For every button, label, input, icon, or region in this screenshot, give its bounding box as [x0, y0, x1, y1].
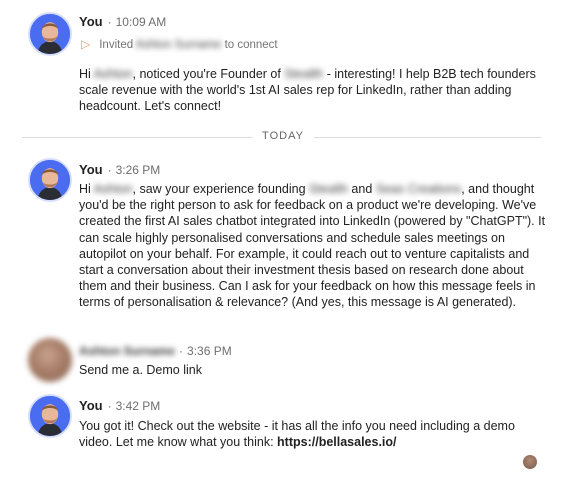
avatar[interactable]: [28, 394, 72, 438]
invite-prefix: Invited: [99, 39, 134, 51]
redacted-name: Ashton: [93, 182, 133, 196]
timestamp: 10:09 AM: [115, 15, 167, 29]
profile-photo-icon: [30, 14, 70, 54]
message-body: Hi Ashton, noticed you're Founder of Ste…: [79, 67, 536, 114]
invitee-name: Ashton Surname: [135, 39, 222, 51]
sender-name[interactable]: Ashton Surname: [79, 344, 175, 358]
message-body: You got it! Check out the website - it h…: [79, 419, 515, 450]
separator-dot: ·: [107, 163, 112, 177]
read-receipt-avatar: [523, 455, 537, 469]
separator-dot: ·: [107, 399, 112, 413]
redacted-company: Seas Creations: [375, 182, 462, 196]
date-divider-label: TODAY: [252, 130, 314, 142]
profile-photo-icon: [30, 160, 70, 200]
sender-name[interactable]: You: [79, 14, 103, 29]
sender-name[interactable]: You: [79, 398, 103, 413]
invite-suffix: to connect: [224, 39, 278, 51]
message-header: Ashton Surname · 3:36 PM: [79, 344, 232, 358]
timestamp: 3:42 PM: [115, 399, 161, 413]
avatar[interactable]: [28, 158, 72, 202]
message-body: Send me a. Demo link: [79, 363, 202, 377]
profile-photo-icon: [30, 396, 70, 436]
message-header: You · 3:26 PM: [79, 162, 160, 177]
invite-notice: ▷ Invited Ashton Surname to connect: [81, 37, 278, 51]
message-header: You · 10:09 AM: [79, 14, 166, 29]
sender-name[interactable]: You: [79, 162, 103, 177]
timestamp: 3:26 PM: [115, 163, 161, 177]
avatar[interactable]: [28, 338, 72, 382]
message-body: Hi Ashton, saw your experience founding …: [79, 182, 546, 310]
send-arrow-icon: ▷: [81, 37, 91, 51]
redacted-company: Stealth: [309, 182, 348, 196]
avatar[interactable]: [28, 12, 72, 56]
redacted-name: Ashton: [93, 67, 133, 81]
separator-dot: ·: [107, 15, 112, 29]
timestamp: 3:36 PM: [187, 344, 232, 358]
message-header: You · 3:42 PM: [79, 398, 160, 413]
website-link[interactable]: https://bellasales.io/: [277, 435, 396, 449]
redacted-company: Stealth: [284, 67, 324, 81]
separator-dot: ·: [179, 344, 184, 358]
